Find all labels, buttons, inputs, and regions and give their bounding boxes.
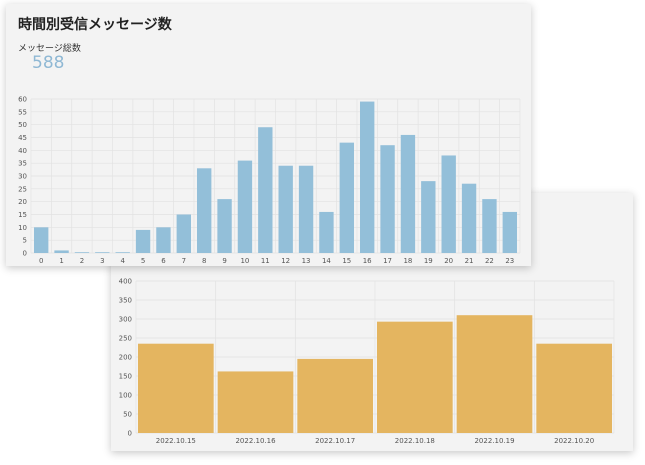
bar-8 xyxy=(197,168,212,253)
y-tick-label: 50 xyxy=(18,121,27,129)
x-tick-label: 13 xyxy=(302,257,311,265)
x-tick-label: 5 xyxy=(141,257,145,265)
x-tick-label: 12 xyxy=(281,257,290,265)
y-tick-label: 100 xyxy=(119,392,132,400)
x-tick-label: 1 xyxy=(59,257,63,265)
bar-0 xyxy=(34,227,49,253)
hourly-bar-chart: 0510152025303540455055600 1 2 3 4 5 6 7 8 9 10 11 12… xyxy=(18,96,521,265)
bar-4 xyxy=(115,252,130,253)
bar-21 xyxy=(461,183,477,253)
y-tick-label: 30 xyxy=(18,173,27,181)
bar-2022.10.20 xyxy=(536,343,612,433)
bar-1 xyxy=(54,250,69,253)
x-tick-label: 6 xyxy=(161,257,166,265)
bar-13 xyxy=(298,165,314,253)
bar-2022.10.16 xyxy=(217,371,294,433)
y-tick-label: 5 xyxy=(23,237,27,245)
x-tick-label: 22 xyxy=(485,257,494,265)
bar-2022.10.18 xyxy=(377,321,453,433)
y-tick-label: 10 xyxy=(18,224,27,232)
bar-6 xyxy=(156,227,171,253)
y-tick-label: 15 xyxy=(18,211,27,219)
x-tick-label: 21 xyxy=(465,257,474,265)
bar-12 xyxy=(278,165,293,253)
x-tick-label: 2022.10.16 xyxy=(235,437,276,445)
x-tick-label: 11 xyxy=(261,257,270,265)
bar-20 xyxy=(441,155,456,253)
bar-23 xyxy=(502,211,517,253)
x-tick-label: 10 xyxy=(240,257,249,265)
y-tick-label: 20 xyxy=(18,198,27,206)
x-tick-label: 0 xyxy=(39,257,43,265)
bar-18 xyxy=(400,134,416,253)
y-tick-label: 50 xyxy=(123,411,132,419)
x-tick-label: 2022.10.18 xyxy=(395,437,435,445)
y-tick-label: 350 xyxy=(119,297,132,305)
x-tick-label: 19 xyxy=(424,257,433,265)
x-tick-label: 8 xyxy=(202,257,206,265)
y-tick-label: 40 xyxy=(18,147,27,155)
bar-17 xyxy=(380,145,395,253)
x-tick-label: 7 xyxy=(182,257,186,265)
y-tick-label: 400 xyxy=(119,278,132,286)
bar-3 xyxy=(95,252,110,253)
x-tick-label: 23 xyxy=(505,257,514,265)
bar-2 xyxy=(74,252,90,253)
bar-9 xyxy=(217,199,232,253)
y-tick-label: 25 xyxy=(18,185,27,193)
x-tick-label: 2 xyxy=(80,257,84,265)
bar-22 xyxy=(482,199,497,253)
x-tick-label: 17 xyxy=(383,257,392,265)
bar-7 xyxy=(176,214,191,253)
y-tick-label: 250 xyxy=(119,335,132,343)
y-tick-label: 200 xyxy=(119,354,132,362)
bar-10 xyxy=(237,160,253,253)
x-tick-label: 15 xyxy=(342,257,351,265)
bar-5 xyxy=(135,229,151,253)
x-tick-label: 4 xyxy=(120,257,125,265)
x-tick-label: 2022.10.19 xyxy=(474,437,514,445)
x-tick-label: 2022.10.15 xyxy=(156,437,196,445)
bar-19 xyxy=(421,181,436,253)
bar-11 xyxy=(258,127,273,253)
x-tick-label: 9 xyxy=(222,257,226,265)
bar-2022.10.15 xyxy=(138,343,214,433)
y-tick-label: 60 xyxy=(18,96,27,104)
bar-2022.10.19 xyxy=(456,315,533,433)
y-tick-label: 45 xyxy=(18,134,27,142)
x-tick-label: 20 xyxy=(444,257,453,265)
x-tick-label: 16 xyxy=(363,257,372,265)
hourly-messages-card: 時間別受信メッセージ数 メッセージ総数 588 0 5 10 15 20 25 30 35 40… xyxy=(6,4,531,266)
x-tick-label: 18 xyxy=(403,257,412,265)
x-tick-label: 14 xyxy=(322,257,331,265)
y-tick-label: 150 xyxy=(119,373,132,381)
x-tick-label: 2022.10.20 xyxy=(554,437,594,445)
bar-16 xyxy=(360,101,375,253)
x-tick-label: 2022.10.17 xyxy=(315,437,355,445)
bar-2022.10.17 xyxy=(297,358,373,433)
bar-15 xyxy=(339,142,354,253)
y-tick-label: 55 xyxy=(18,108,27,116)
y-tick-label: 35 xyxy=(18,160,27,168)
bar-14 xyxy=(319,211,334,253)
x-tick-label: 3 xyxy=(100,257,104,265)
y-tick-label: 0 xyxy=(128,430,132,438)
y-tick-label: 300 xyxy=(119,316,132,324)
y-tick-label: 0 xyxy=(23,250,27,258)
